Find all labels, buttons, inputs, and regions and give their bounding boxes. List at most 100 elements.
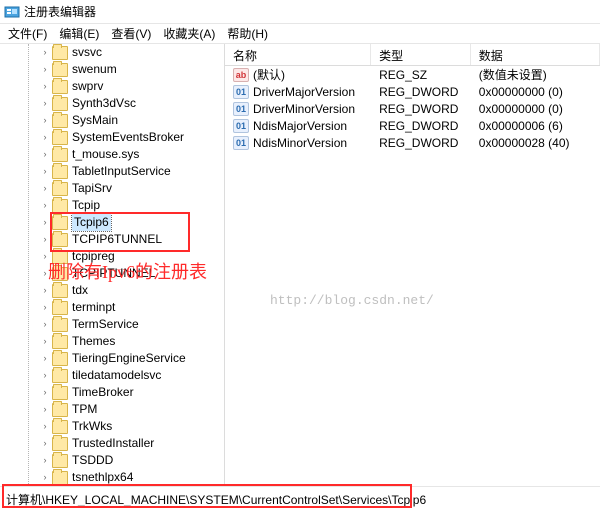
expand-icon[interactable]: › [40,180,50,197]
tree-item[interactable]: ›swenum [40,61,224,78]
expand-icon[interactable]: › [40,452,50,469]
tree-item[interactable]: › TCPIPTUNNEL [40,265,224,282]
tree-item[interactable]: ›tcpipreg [40,248,224,265]
tree-item-label: tiledatamodelsvc [72,367,161,384]
expand-icon[interactable]: › [40,350,50,367]
binary-value-icon: 01 [233,136,249,150]
menu-view[interactable]: 查看(V) [105,23,157,44]
expand-icon[interactable]: › [40,95,50,112]
expand-icon[interactable]: › [40,61,50,78]
column-header-type[interactable]: 类型 [371,44,471,65]
tree-item[interactable]: ›terminpt [40,299,224,316]
tree-item-label: TCPIPTUNNEL [72,265,155,282]
value-name: NdisMinorVersion [253,136,347,150]
folder-icon [52,437,68,451]
expand-icon[interactable]: › [40,231,50,248]
value-row[interactable]: 01DriverMajorVersionREG_DWORD0x00000000 … [225,83,600,100]
folder-icon [52,284,68,298]
expand-icon[interactable]: › [40,418,50,435]
tree-item[interactable]: › SysMain [40,112,224,129]
expand-icon[interactable]: › [40,469,50,486]
tree-item[interactable]: ›TapiSrv [40,180,224,197]
regedit-icon [4,4,20,20]
expand-icon[interactable]: › [40,146,50,163]
expand-icon[interactable]: › [40,333,50,350]
expand-icon[interactable]: › [40,384,50,401]
tree-item[interactable]: ›TabletInputService [40,163,224,180]
folder-icon [52,63,68,77]
tree-item[interactable]: ›TimeBroker [40,384,224,401]
tree-item[interactable]: › TrkWks [40,418,224,435]
value-name: DriverMajorVersion [253,85,355,99]
tree-item[interactable]: ›Tcpip [40,197,224,214]
tree-item[interactable]: ›TrustedInstaller [40,435,224,452]
tree-item-label: Themes [72,333,115,350]
value-row[interactable]: 01DriverMinorVersionREG_DWORD0x00000000 … [225,100,600,117]
expand-icon[interactable]: › [40,282,50,299]
tree-item[interactable]: ›TPM [40,401,224,418]
column-header-data[interactable]: 数据 [471,44,600,65]
folder-icon [52,114,68,128]
menu-file[interactable]: 文件(F) [2,23,53,44]
folder-icon [52,403,68,417]
folder-icon [52,182,68,196]
value-row[interactable]: 01NdisMinorVersionREG_DWORD0x00000028 (4… [225,134,600,151]
menu-edit[interactable]: 编辑(E) [53,23,105,44]
folder-icon [52,267,68,281]
expand-icon[interactable]: › [40,214,50,231]
folder-icon [52,301,68,315]
expand-icon[interactable]: › [40,435,50,452]
value-name-cell: 01DriverMajorVersion [225,85,371,99]
expand-icon[interactable]: › [40,78,50,95]
menu-help[interactable]: 帮助(H) [221,23,274,44]
tree-pane: ›svsvc›swenum›swprv›Synth3dVsc›SysMain›S… [0,44,225,486]
tree-item[interactable]: › TieringEngineService [40,350,224,367]
expand-icon[interactable]: › [40,197,50,214]
tree-item[interactable]: › Themes [40,333,224,350]
binary-value-icon: 01 [233,119,249,133]
tree-item[interactable]: ›TSDDD [40,452,224,469]
expand-icon[interactable]: › [40,316,50,333]
tree-item[interactable]: ›Synth3dVsc [40,95,224,112]
value-row[interactable]: 01NdisMajorVersionREG_DWORD0x00000006 (6… [225,117,600,134]
tree-item[interactable]: ›swprv [40,78,224,95]
expand-icon[interactable]: › [40,44,50,61]
menu-favorites[interactable]: 收藏夹(A) [157,23,221,44]
tree-item[interactable]: ›tdx [40,282,224,299]
expand-icon[interactable]: › [40,248,50,265]
tree-item[interactable]: › Tcpip6 [40,214,224,231]
folder-icon [52,420,68,434]
expand-icon[interactable]: › [40,367,50,384]
tree-item[interactable]: ›SystemEventsBroker [40,129,224,146]
expand-icon[interactable]: › [40,265,50,282]
tree-item-label: Tcpip6 [72,214,111,231]
folder-icon [52,148,68,162]
value-data-cell: 0x00000006 (6) [471,119,600,133]
window-title: 注册表编辑器 [24,3,96,20]
tree-item[interactable]: ›TermService [40,316,224,333]
values-header: 名称 类型 数据 [225,44,600,66]
tree-scroll[interactable]: ›svsvc›swenum›swprv›Synth3dVsc›SysMain›S… [0,44,224,486]
tree-item-label: TrkWks [72,418,112,435]
tree-item[interactable]: ›svsvc [40,44,224,61]
expand-icon[interactable]: › [40,112,50,129]
tree-item-label: SysMain [72,112,118,129]
value-type-cell: REG_DWORD [371,119,471,133]
tree-item[interactable]: › tiledatamodelsvc [40,367,224,384]
binary-value-icon: 01 [233,102,249,116]
tree-item-label: TieringEngineService [72,350,186,367]
expand-icon[interactable]: › [40,163,50,180]
expand-icon[interactable]: › [40,401,50,418]
values-body[interactable]: ab(默认)REG_SZ(数值未设置)01DriverMajorVersionR… [225,66,600,486]
expand-icon[interactable]: › [40,129,50,146]
tree-item[interactable]: ›tsnethlpx64 [40,469,224,486]
tree-item[interactable]: ›t_mouse.sys [40,146,224,163]
tree-item[interactable]: ›TCPIP6TUNNEL [40,231,224,248]
menu-bar: 文件(F) 编辑(E) 查看(V) 收藏夹(A) 帮助(H) [0,24,600,44]
folder-icon [52,46,68,60]
folder-icon [52,386,68,400]
value-row[interactable]: ab(默认)REG_SZ(数值未设置) [225,66,600,83]
value-name-cell: 01DriverMinorVersion [225,102,371,116]
expand-icon[interactable]: › [40,299,50,316]
column-header-name[interactable]: 名称 [225,44,371,65]
